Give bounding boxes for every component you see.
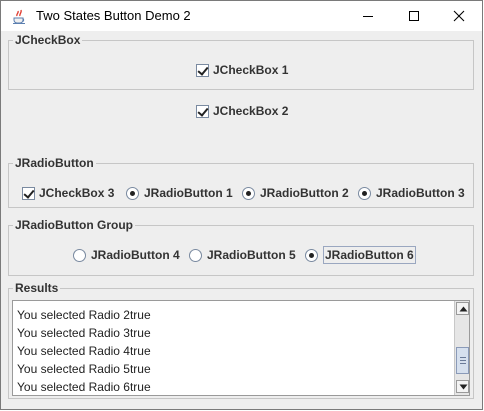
minimize-button[interactable]: [345, 1, 391, 31]
radio-button-1[interactable]: JRadioButton 1: [126, 184, 233, 202]
checkbox-1-box[interactable]: [196, 63, 209, 77]
checkbox-1-label[interactable]: JCheckBox 1: [213, 63, 288, 77]
result-line: You selected Radio 2true: [17, 308, 151, 322]
radio-button-2[interactable]: JRadioButton 2: [242, 184, 349, 202]
result-line: You selected Radio 6true: [17, 380, 151, 394]
radio-button-6[interactable]: JRadioButton 6: [305, 246, 416, 264]
radio-button-3-circle[interactable]: [358, 186, 371, 200]
results-text-area[interactable]: You selected Radio 2true You selected Ra…: [12, 300, 470, 396]
radio-button-2-label[interactable]: JRadioButton 2: [260, 186, 349, 200]
window-title: Two States Button Demo 2: [36, 8, 191, 23]
result-line: You selected Radio 5true: [17, 362, 151, 376]
radio-button-4-circle[interactable]: [73, 248, 86, 262]
results-lines: You selected Radio 2true You selected Ra…: [15, 306, 151, 395]
app-window: Two States Button Demo 2 JCheckBox JChec…: [0, 0, 483, 410]
scroll-thumb[interactable]: [456, 347, 469, 374]
radio-button-1-circle[interactable]: [126, 186, 139, 200]
radio-button-4-label[interactable]: JRadioButton 4: [91, 248, 180, 262]
result-line: You selected Radio 3true: [17, 326, 151, 340]
radio-button-5-label[interactable]: JRadioButton 5: [207, 248, 296, 262]
radio-button-6-circle[interactable]: [305, 248, 318, 262]
radio-button-1-label[interactable]: JRadioButton 1: [144, 186, 233, 200]
radio-button-6-label[interactable]: JRadioButton 6: [323, 246, 416, 264]
close-icon: [453, 10, 465, 22]
scroll-up-button[interactable]: [456, 302, 469, 315]
java-coffee-cup-icon: [10, 7, 28, 25]
title-bar[interactable]: Two States Button Demo 2: [1, 1, 482, 31]
checkbox-1[interactable]: JCheckBox 1: [196, 61, 288, 79]
minimize-icon: [363, 16, 373, 17]
radio-button-5[interactable]: JRadioButton 5: [189, 246, 296, 264]
scroll-down-button[interactable]: [456, 380, 469, 393]
maximize-button[interactable]: [391, 1, 437, 31]
radio-button-group-legend: JRadioButton Group: [15, 218, 133, 232]
maximize-icon: [409, 11, 419, 21]
checkbox-2-label[interactable]: JCheckBox 2: [213, 104, 288, 118]
radio-button-3-label[interactable]: JRadioButton 3: [376, 186, 465, 200]
checkbox-3[interactable]: JCheckBox 3: [22, 184, 114, 202]
checkbox-2-box[interactable]: [196, 104, 209, 118]
content-pane: JCheckBox JCheckBox 1 JCheckBox 2 JRadio…: [1, 31, 482, 409]
checkbox-2[interactable]: JCheckBox 2: [196, 102, 288, 120]
close-button[interactable]: [436, 1, 482, 31]
checkbox-3-label[interactable]: JCheckBox 3: [39, 186, 114, 200]
arrow-down-icon: [459, 384, 468, 390]
checkbox-group-legend: JCheckBox: [15, 33, 81, 47]
radio-button-3[interactable]: JRadioButton 3: [358, 184, 465, 202]
checkbox-3-box[interactable]: [22, 186, 35, 200]
result-line: You selected Radio 4true: [17, 344, 151, 358]
radio-button-4[interactable]: JRadioButton 4: [73, 246, 180, 264]
results-legend: Results: [15, 281, 59, 295]
vertical-scrollbar[interactable]: [454, 301, 469, 395]
radio-button-panel-legend: JRadioButton: [15, 156, 94, 170]
arrow-up-icon: [459, 306, 468, 312]
radio-button-2-circle[interactable]: [242, 186, 255, 200]
radio-button-5-circle[interactable]: [189, 248, 202, 262]
